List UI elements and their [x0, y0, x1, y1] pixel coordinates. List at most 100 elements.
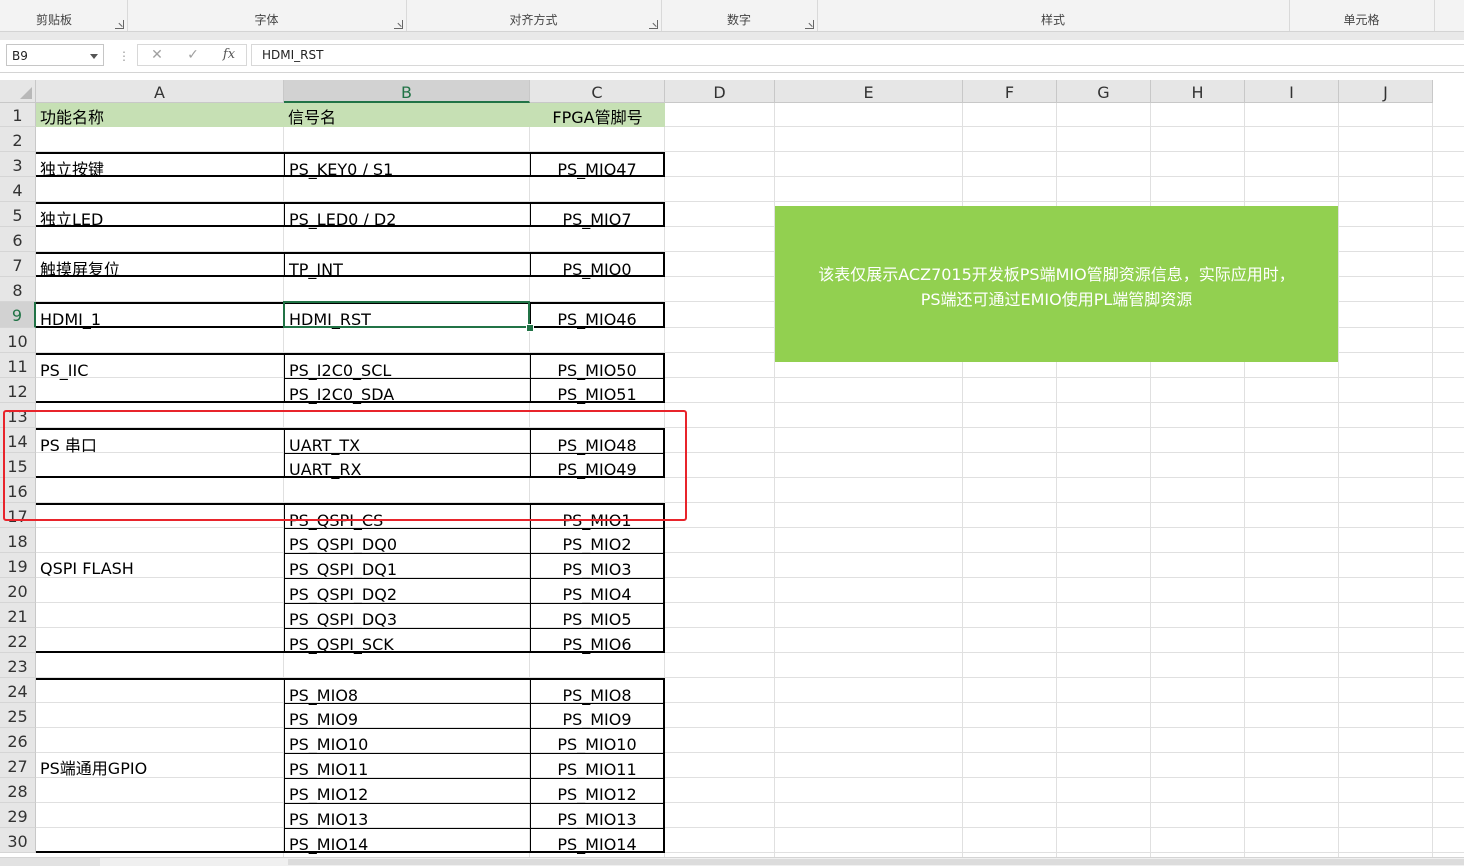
- row-header-13[interactable]: 13: [0, 403, 36, 428]
- cell-b25[interactable]: PS_MIO9: [284, 703, 530, 729]
- cell-b6[interactable]: [284, 227, 530, 252]
- cell-c16[interactable]: [530, 478, 665, 503]
- alignment-dialog-launcher-icon[interactable]: [649, 20, 658, 29]
- cell-b27[interactable]: PS_MIO11: [284, 753, 530, 779]
- cell-c21[interactable]: PS_MIO5: [530, 603, 665, 629]
- cell-a22[interactable]: [36, 628, 284, 653]
- row-header-3[interactable]: 3: [0, 152, 36, 177]
- cell-b4[interactable]: [284, 177, 530, 202]
- cell-a21[interactable]: [36, 603, 284, 628]
- cell-b10[interactable]: [284, 328, 530, 353]
- column-header-b[interactable]: B: [284, 80, 530, 103]
- row-header-24[interactable]: 24: [0, 678, 36, 703]
- cell-b8[interactable]: [284, 277, 530, 302]
- cell-a8[interactable]: [36, 277, 284, 302]
- row-header-20[interactable]: 20: [0, 578, 36, 603]
- cell-c10[interactable]: [530, 328, 665, 353]
- cell-a4[interactable]: [36, 177, 284, 202]
- row-header-4[interactable]: 4: [0, 177, 36, 202]
- cell-a9[interactable]: HDMI_1: [36, 302, 284, 329]
- cell-b20[interactable]: PS_QSPI_DQ2: [284, 578, 530, 604]
- cell-b28[interactable]: PS_MIO12: [284, 778, 530, 804]
- cell-a3[interactable]: 独立按键: [36, 152, 284, 179]
- scrollbar-thumb[interactable]: [288, 859, 1464, 865]
- cell-a24[interactable]: [36, 678, 284, 703]
- row-header-18[interactable]: 18: [0, 528, 36, 553]
- cell-c29[interactable]: PS_MIO13: [530, 803, 665, 829]
- row-header-8[interactable]: 8: [0, 277, 36, 302]
- row-header-2[interactable]: 2: [0, 127, 36, 152]
- cancel-icon[interactable]: ✕: [142, 45, 172, 65]
- cell-b3[interactable]: PS_KEY0 / S1: [284, 152, 530, 179]
- row-header-30[interactable]: 30: [0, 828, 36, 853]
- name-box[interactable]: B9: [6, 44, 104, 66]
- cell-a20[interactable]: [36, 578, 284, 603]
- cell-c2[interactable]: [530, 127, 665, 152]
- cell-c26[interactable]: PS_MIO10: [530, 728, 665, 754]
- row-header-21[interactable]: 21: [0, 603, 36, 628]
- row-header-28[interactable]: 28: [0, 778, 36, 803]
- cell-b19[interactable]: PS_QSPI_DQ1: [284, 553, 530, 579]
- cell-c17[interactable]: PS_MIO1: [530, 503, 665, 530]
- cell-a13[interactable]: [36, 403, 284, 428]
- cell-b2[interactable]: [284, 127, 530, 152]
- cell-b1[interactable]: 信号名: [284, 103, 530, 127]
- insert-function-icon[interactable]: fx: [214, 45, 244, 65]
- enter-icon[interactable]: ✓: [178, 45, 208, 65]
- column-header-g[interactable]: G: [1057, 80, 1151, 103]
- note-box[interactable]: 该表仅展示ACZ7015开发板PS端MIO管脚资源信息，实际应用时， PS端还可…: [775, 206, 1338, 362]
- column-header-h[interactable]: H: [1151, 80, 1245, 103]
- cell-c11[interactable]: PS_MIO50: [530, 353, 665, 380]
- cell-c18[interactable]: PS_MIO2: [530, 528, 665, 554]
- font-dialog-launcher-icon[interactable]: [394, 20, 403, 29]
- row-header-16[interactable]: 16: [0, 478, 36, 503]
- cell-c23[interactable]: [530, 653, 665, 678]
- cell-a14[interactable]: PS 串口: [36, 428, 284, 455]
- row-header-23[interactable]: 23: [0, 653, 36, 678]
- cell-c5[interactable]: PS_MIO7: [530, 202, 665, 229]
- cell-c6[interactable]: [530, 227, 665, 252]
- cell-b9[interactable]: HDMI_RST: [284, 302, 530, 329]
- cell-b7[interactable]: TP_INT: [284, 252, 530, 279]
- cell-c19[interactable]: PS_MIO3: [530, 553, 665, 579]
- row-header-11[interactable]: 11: [0, 353, 36, 378]
- formula-bar-separator-icon[interactable]: ⋮: [118, 49, 130, 63]
- cell-b5[interactable]: PS_LED0 / D2: [284, 202, 530, 229]
- cell-c7[interactable]: PS_MIO0: [530, 252, 665, 279]
- cell-c9[interactable]: PS_MIO46: [530, 302, 665, 329]
- cell-b30[interactable]: PS_MIO14: [284, 828, 530, 854]
- column-header-f[interactable]: F: [963, 80, 1057, 103]
- cell-a27[interactable]: PS端通用GPIO: [36, 753, 284, 778]
- row-header-15[interactable]: 15: [0, 453, 36, 478]
- cell-a5[interactable]: 独立LED: [36, 202, 284, 229]
- cell-a30[interactable]: [36, 828, 284, 853]
- cell-b21[interactable]: PS_QSPI_DQ3: [284, 603, 530, 629]
- cell-a7[interactable]: 触摸屏复位: [36, 252, 284, 279]
- row-header-1[interactable]: 1: [0, 103, 36, 127]
- cell-c20[interactable]: PS_MIO4: [530, 578, 665, 604]
- column-header-i[interactable]: I: [1245, 80, 1339, 103]
- cell-a19[interactable]: QSPI FLASH: [36, 553, 284, 578]
- cell-a26[interactable]: [36, 728, 284, 753]
- cell-b16[interactable]: [284, 478, 530, 503]
- row-header-29[interactable]: 29: [0, 803, 36, 828]
- cell-a2[interactable]: [36, 127, 284, 152]
- row-header-14[interactable]: 14: [0, 428, 36, 453]
- cell-a12[interactable]: [36, 378, 284, 403]
- number-dialog-launcher-icon[interactable]: [805, 20, 814, 29]
- cell-b24[interactable]: PS_MIO8: [284, 678, 530, 705]
- cell-a28[interactable]: [36, 778, 284, 803]
- row-header-27[interactable]: 27: [0, 753, 36, 778]
- row-header-25[interactable]: 25: [0, 703, 36, 728]
- row-header-7[interactable]: 7: [0, 252, 36, 277]
- cell-c27[interactable]: PS_MIO11: [530, 753, 665, 779]
- cell-c30[interactable]: PS_MIO14: [530, 828, 665, 854]
- row-header-10[interactable]: 10: [0, 328, 36, 353]
- column-header-d[interactable]: D: [665, 80, 775, 103]
- column-header-c[interactable]: C: [530, 80, 665, 103]
- row-header-12[interactable]: 12: [0, 378, 36, 403]
- cell-a11[interactable]: PS_IIC: [36, 353, 284, 380]
- row-header-5[interactable]: 5: [0, 202, 36, 227]
- row-header-6[interactable]: 6: [0, 227, 36, 252]
- cell-c1[interactable]: FPGA管脚号: [530, 103, 665, 127]
